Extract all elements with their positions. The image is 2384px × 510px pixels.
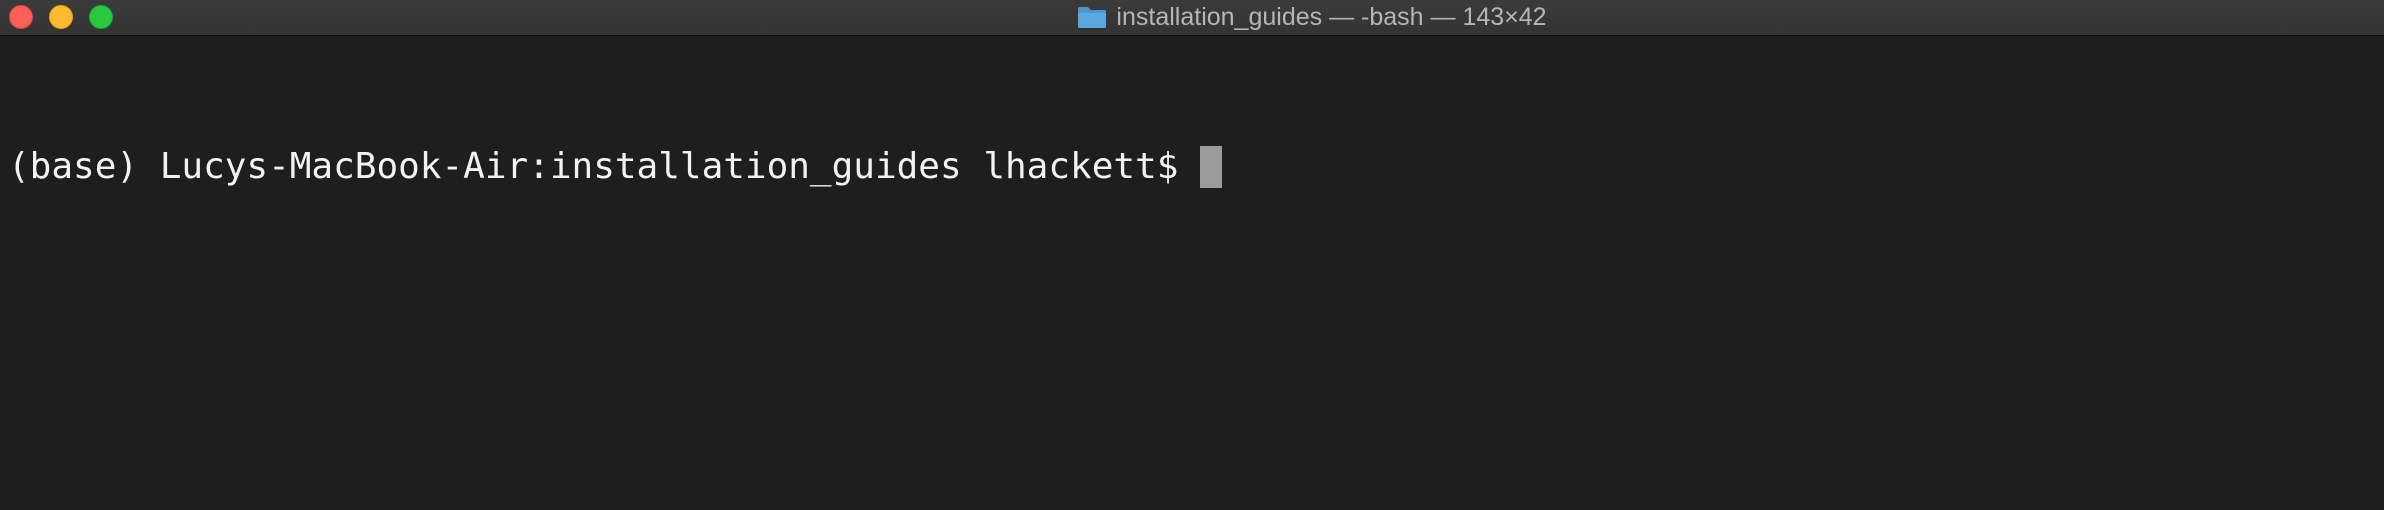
terminal-output[interactable]: (base) Lucys-MacBook-Air:installation_gu… xyxy=(0,36,2384,510)
window-title-text: installation_guides — -bash — 143×42 xyxy=(1116,2,1547,31)
terminal-window: installation_guides — -bash — 143×42 (ba… xyxy=(0,0,2384,510)
window-title: installation_guides — -bash — 143×42 xyxy=(0,0,2384,34)
prompt-line: (base) Lucys-MacBook-Air:installation_gu… xyxy=(8,142,2376,192)
folder-icon xyxy=(1078,7,1107,28)
shell-prompt: (base) Lucys-MacBook-Air:installation_gu… xyxy=(8,146,1179,187)
title-bar[interactable]: installation_guides — -bash — 143×42 xyxy=(0,0,2384,36)
text-cursor xyxy=(1200,146,1223,188)
